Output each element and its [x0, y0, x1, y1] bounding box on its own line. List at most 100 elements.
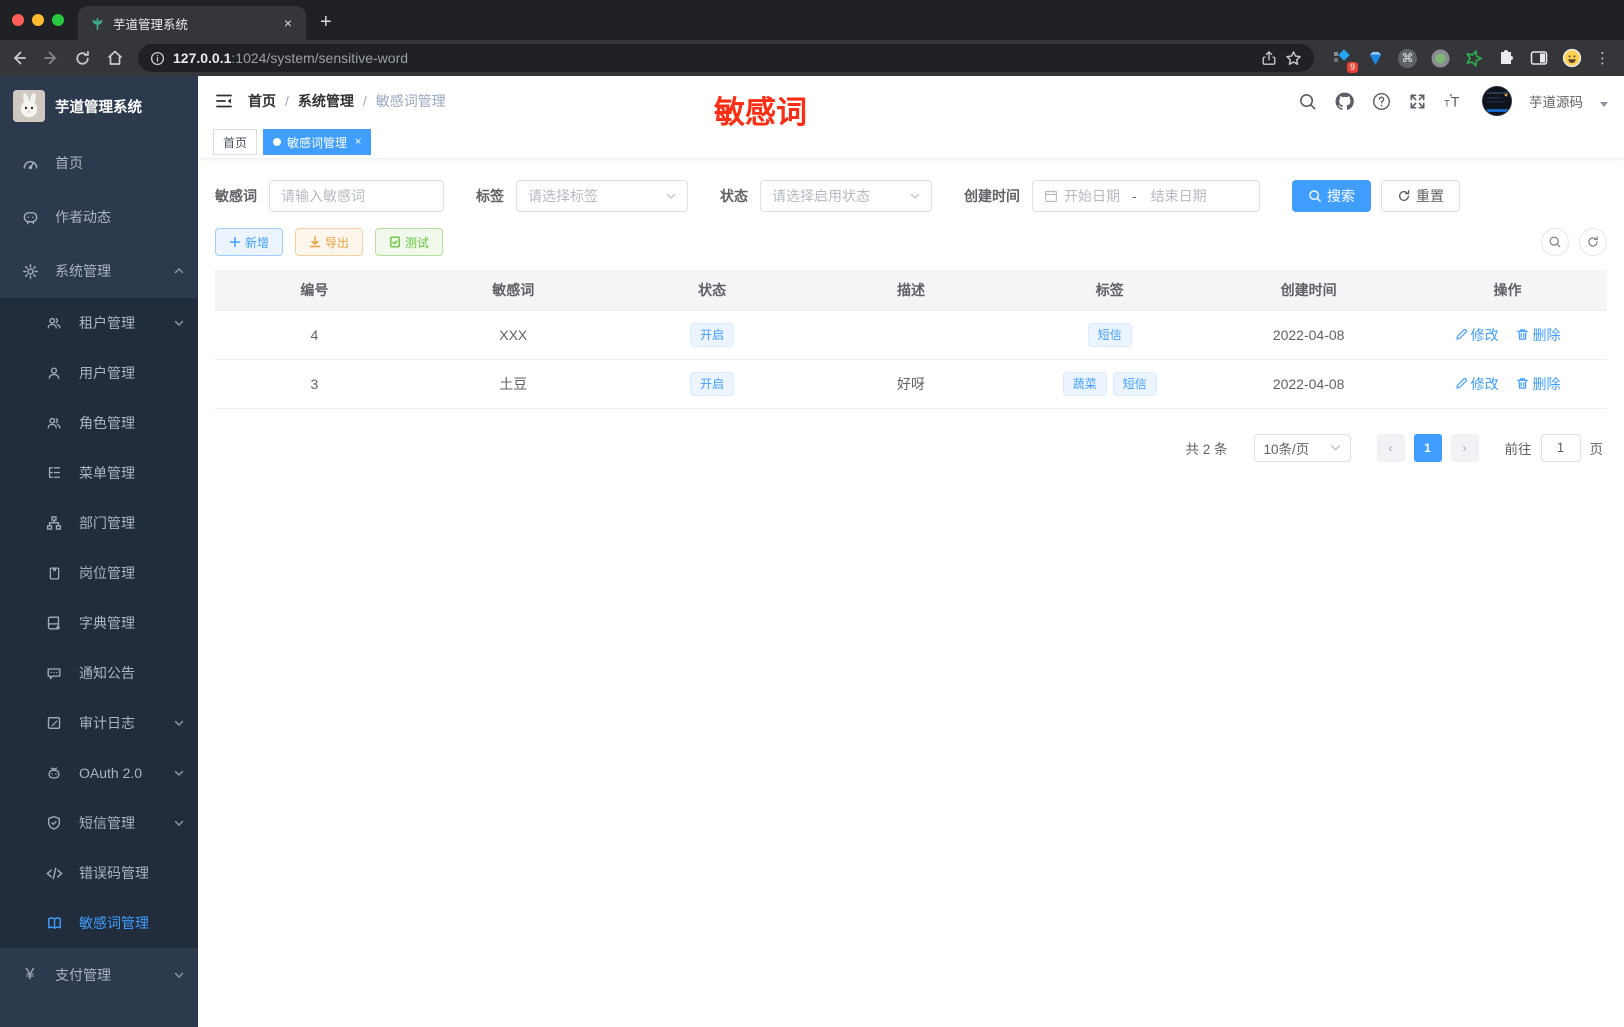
sidebar-item-sensitive-word[interactable]: 敏感词管理: [0, 898, 198, 948]
site-info-icon[interactable]: [150, 51, 165, 66]
home-icon[interactable]: [106, 49, 128, 67]
new-tab-button[interactable]: +: [320, 11, 332, 40]
test-button-label: 测试: [405, 235, 430, 250]
sidebar-item-tenant[interactable]: 租户管理: [0, 298, 198, 348]
tab-close-icon[interactable]: ×: [280, 15, 296, 31]
chevron-down-icon: [666, 193, 676, 199]
sidebar-item-author-news[interactable]: 作者动态: [0, 190, 198, 244]
refresh-table-button[interactable]: [1579, 228, 1607, 256]
breadcrumb-home[interactable]: 首页: [248, 91, 276, 111]
window-zoom-button[interactable]: [52, 14, 64, 26]
date-range-picker[interactable]: 开始日期 - 结束日期: [1032, 180, 1260, 212]
font-size-icon[interactable]: TT: [1444, 92, 1465, 111]
cell-word: XXX: [413, 310, 613, 360]
url-bar[interactable]: 127.0.0.1:1024/system/sensitive-word: [138, 44, 1314, 72]
col-header-word: 敏感词: [413, 270, 613, 310]
sidebar-item-dict[interactable]: 字典管理: [0, 598, 198, 648]
test-button[interactable]: 测试: [375, 228, 444, 256]
sidebar-item-notice[interactable]: 通知公告: [0, 648, 198, 698]
export-button[interactable]: 导出: [295, 228, 364, 256]
profile-emoji-icon[interactable]: [1562, 48, 1582, 68]
user-avatar[interactable]: [1482, 86, 1512, 116]
delete-link[interactable]: 删除: [1516, 374, 1560, 394]
next-page-button[interactable]: ›: [1450, 433, 1479, 462]
tag-select[interactable]: 请选择标签: [516, 180, 688, 212]
refresh-icon: [1588, 236, 1598, 247]
view-tab-sensitive-word[interactable]: 敏感词管理 ×: [263, 129, 372, 155]
extension-green-star-icon[interactable]: [1463, 48, 1483, 68]
sidebar-item-user[interactable]: 用户管理: [0, 348, 198, 398]
cell-tags: 短信: [1010, 310, 1210, 360]
sidebar-item-error-code[interactable]: 错误码管理: [0, 848, 198, 898]
open-book-icon: [45, 915, 63, 932]
keyword-input-wrap: [269, 180, 444, 212]
breadcrumb-current: 敏感词管理: [375, 93, 446, 109]
share-icon[interactable]: [1261, 50, 1277, 66]
search-icon[interactable]: [1298, 92, 1317, 111]
extension-record-icon[interactable]: [1430, 48, 1450, 68]
edit-link[interactable]: 修改: [1455, 374, 1499, 394]
status-select[interactable]: 请选择启用状态: [760, 180, 932, 212]
sidebar-item-sms[interactable]: 短信管理: [0, 798, 198, 848]
sidebar-item-post[interactable]: 岗位管理: [0, 548, 198, 598]
view-tab-home[interactable]: 首页: [213, 129, 258, 155]
edit-link[interactable]: 修改: [1455, 325, 1499, 345]
search-button-label: 搜索: [1327, 188, 1355, 204]
cell-actions: 修改 删除: [1408, 359, 1607, 409]
search-toggle-button[interactable]: [1541, 228, 1569, 256]
page-content: 敏感词 标签 请选择标签 状态 请选择启用状态: [198, 159, 1624, 1027]
col-header-tags: 标签: [1010, 270, 1210, 310]
page-number-button[interactable]: 1: [1413, 433, 1442, 462]
tab-close-icon[interactable]: ×: [355, 136, 361, 148]
sidebar-item-menu[interactable]: 菜单管理: [0, 448, 198, 498]
bookmark-star-icon[interactable]: [1285, 50, 1302, 67]
cell-actions: 修改 删除: [1408, 310, 1607, 360]
sidebar-item-label: 菜单管理: [79, 465, 135, 481]
trash-icon: [1517, 378, 1529, 389]
search-button[interactable]: 搜索: [1292, 180, 1371, 212]
sidebar-item-audit-log[interactable]: 审计日志: [0, 698, 198, 748]
goto-page-input[interactable]: [1540, 433, 1581, 462]
page-size-select[interactable]: 10条/页: [1253, 433, 1351, 462]
browser-tab[interactable]: 芋道管理系统 ×: [78, 6, 306, 40]
view-tab-label: 敏感词管理: [287, 135, 348, 150]
sidebar-item-label: 部门管理: [79, 515, 135, 531]
fullscreen-icon[interactable]: [1408, 92, 1427, 111]
sidebar-item-payment[interactable]: ¥ 支付管理: [0, 948, 198, 1002]
extensions-puzzle-icon[interactable]: [1496, 48, 1516, 68]
page-size-value: 10条/页: [1263, 441, 1310, 457]
keyword-filter-label: 敏感词: [215, 188, 257, 204]
tree-list-icon: [45, 465, 63, 481]
split-screen-icon[interactable]: [1529, 48, 1549, 68]
back-icon[interactable]: [10, 49, 32, 67]
reset-button[interactable]: 重置: [1381, 180, 1460, 212]
add-button[interactable]: 新增: [215, 228, 284, 256]
browser-menu-icon[interactable]: ⋮: [1595, 49, 1610, 67]
delete-link[interactable]: 删除: [1516, 325, 1560, 345]
reload-icon[interactable]: [74, 50, 96, 67]
help-icon[interactable]: [1372, 92, 1391, 111]
username[interactable]: 芋道源码: [1529, 91, 1583, 111]
sidebar-item-role[interactable]: 角色管理: [0, 398, 198, 448]
github-icon[interactable]: [1334, 91, 1355, 112]
sidebar-item-oauth[interactable]: OAuth 2.0: [0, 748, 198, 798]
table-header-row: 编号 敏感词 状态 描述 标签 创建时间 操作: [215, 270, 1607, 310]
keyword-input[interactable]: [281, 188, 432, 204]
collapse-sidebar-icon[interactable]: [214, 91, 234, 111]
window-close-button[interactable]: [12, 14, 24, 26]
extension-cmd-icon[interactable]: ⌘: [1398, 48, 1417, 68]
sidebar-item-system[interactable]: 系统管理: [0, 244, 198, 298]
breadcrumb-system[interactable]: 系统管理: [298, 91, 354, 111]
sidebar-item-label: OAuth 2.0: [79, 765, 143, 781]
forward-icon[interactable]: [42, 49, 64, 67]
extension-gem-icon[interactable]: [1365, 48, 1385, 68]
extension-diamond-icon[interactable]: 9: [1332, 48, 1358, 73]
dashboard-gauge-icon: [21, 155, 39, 172]
sidebar-item-home[interactable]: 首页: [0, 136, 198, 190]
pencil-icon: [1455, 377, 1467, 389]
prev-page-button[interactable]: ‹: [1376, 433, 1405, 462]
sidebar-item-label: 支付管理: [55, 967, 111, 983]
user-menu-caret-icon[interactable]: [1600, 101, 1608, 107]
sidebar-item-dept[interactable]: 部门管理: [0, 498, 198, 548]
window-minimize-button[interactable]: [32, 14, 44, 26]
